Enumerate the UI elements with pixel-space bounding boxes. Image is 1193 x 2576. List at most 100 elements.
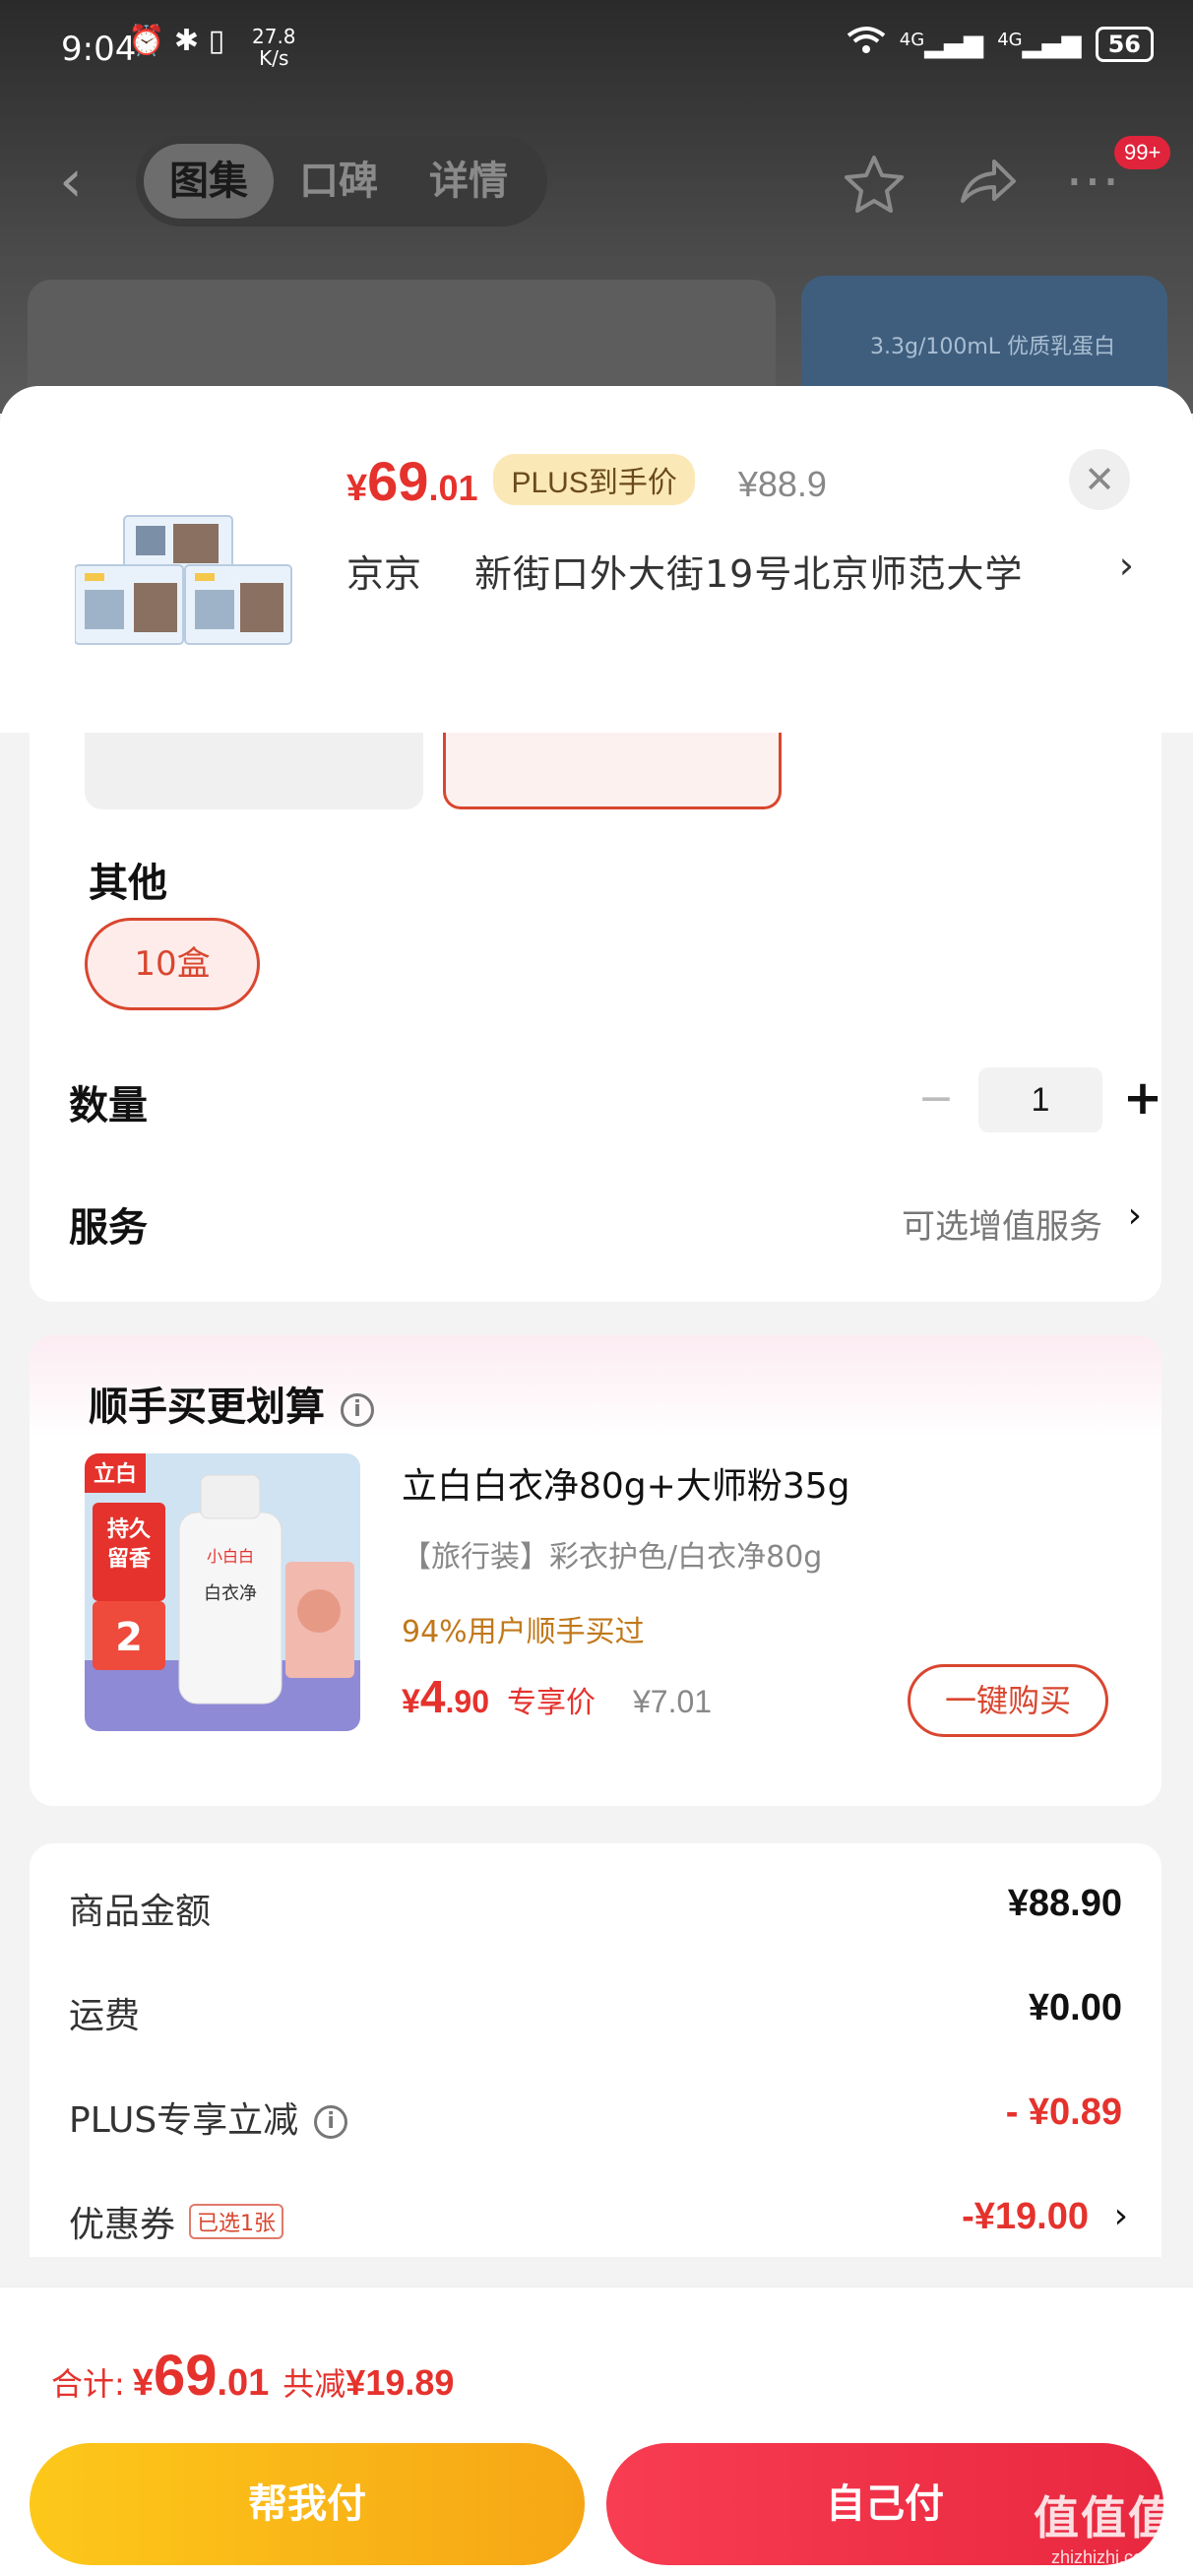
summary-label: 优惠券 已选1张 (69, 2196, 284, 2247)
delivery-address[interactable]: 京京 新街口外大街19号北京师范大学 › (346, 544, 1134, 598)
plus-price-tag: PLUS到手价 (493, 454, 695, 505)
bundle-image-badge-1: 持久 (107, 1516, 151, 1542)
status-right-icons: 4G▂▄▆ 4G▂▄▆ 56 (847, 26, 1154, 62)
price-int: 69 (367, 450, 429, 512)
chevron-right-icon: › (1113, 2196, 1128, 2236)
favorite-star-icon[interactable] (843, 152, 906, 226)
spec-option-partial-selected[interactable] (443, 733, 782, 809)
checkout-footer: 合计: ¥69.01 共减 ¥19.89 帮我付 自己付 值值值 zhizhizh… (0, 2286, 1193, 2576)
help-me-pay-button[interactable]: 帮我付 (30, 2443, 585, 2565)
price-yen: ¥ (346, 468, 368, 509)
share-icon[interactable] (955, 152, 1018, 226)
summary-row-goods: 商品金额 ¥88.90 (69, 1877, 1122, 1936)
spec-option-10box[interactable]: 10盒 (85, 918, 260, 1010)
price-summary-card: 商品金额 ¥88.90 运费 ¥0.00 PLUS专享立减 i - ¥0.89 优… (30, 1843, 1162, 2257)
bundle-price-tag: 专享价 (507, 1686, 596, 1720)
quantity-row: 数量 − 1 + (69, 1067, 1162, 1136)
battery-icon: 56 (1095, 26, 1154, 62)
chevron-right-icon: › (1127, 1195, 1142, 1236)
bundle-price: ¥4.90 专享价 ¥7.01 (402, 1670, 712, 1723)
tab-gallery[interactable]: 图集 (144, 144, 274, 219)
quantity-title: 数量 (69, 1083, 148, 1128)
purchase-sheet: ¥69.01 PLUS到手价 ¥88.9 ✕ 京京 新街口外大街19号北京师范大… (0, 386, 1193, 2576)
total-label: 合计: (51, 2365, 125, 2403)
bundle-purchase-stat: 94%用户顺手买过 (402, 1615, 645, 1649)
service-hint: 可选增值服务 (902, 1207, 1102, 1247)
summary-row-plus-discount: PLUS专享立减 i - ¥0.89 (69, 2086, 1122, 2145)
spec-card: 其他 10盒 数量 − 1 + 服务 可选增值服务 › (30, 733, 1162, 1302)
site-watermark: 值值值 zhizhizhi.com (1034, 2482, 1175, 2568)
bundle-image-bottle-brand: 小白白 (207, 1547, 254, 1566)
summary-label: 运费 (69, 1996, 141, 2036)
tab-reviews[interactable]: 口碑 (274, 144, 404, 219)
total-dec: .01 (217, 2362, 270, 2404)
price-dec: .01 (428, 468, 478, 508)
wifi-icon (847, 26, 886, 62)
signal-icon-2: 4G▂▄▆ (997, 29, 1082, 59)
summary-value: - ¥0.89 (1005, 2092, 1122, 2133)
bundle-title: 顺手买更划算 i (89, 1375, 374, 1432)
summary-label-text: 优惠券 (69, 2205, 176, 2245)
address-city: 京京 (346, 552, 422, 596)
summary-row-coupon[interactable]: 优惠券 已选1张 -¥19.00 › (69, 2190, 1128, 2249)
product-tabs: 图集 口碑 详情 (136, 136, 547, 226)
alarm-bluetooth-vibrate-icons: ⏰ ✱ ▯ (128, 24, 225, 58)
quantity-minus-button[interactable]: − (911, 1067, 961, 1130)
bundle-image-badge-3: 2 (115, 1615, 143, 1660)
total-price: 合计: ¥69.01 共减 ¥19.89 (51, 2343, 454, 2409)
message-badge: 99+ (1114, 136, 1171, 169)
signal-icon-1: 4G▂▄▆ (899, 29, 984, 59)
sheet-price: ¥69.01 PLUS到手价 ¥88.9 (346, 449, 827, 513)
summary-value: -¥19.00 (962, 2196, 1089, 2237)
bundle-product-name[interactable]: 立白白衣净80g+大师粉35g (402, 1457, 850, 1509)
service-row[interactable]: 服务 可选增值服务 › (69, 1190, 1152, 1258)
address-text: 新街口外大街19号北京师范大学 (474, 552, 1024, 596)
summary-value: ¥0.00 (1028, 1987, 1122, 2029)
total-save-label: 共减 (283, 2365, 346, 2403)
status-bar: 9:04 ⏰ ✱ ▯ 27.8 K/s 4G▂▄▆ 4G▂▄▆ 56 (0, 0, 1193, 108)
total-save-value: ¥19.89 (345, 2362, 455, 2403)
summary-value: ¥88.90 (1007, 1883, 1122, 1924)
close-icon[interactable]: ✕ (1069, 449, 1130, 510)
bundle-product-image[interactable]: 立白 持久 留香 2 小白白 白衣净 (85, 1453, 360, 1731)
product-page-backdrop: 9:04 ⏰ ✱ ▯ 27.8 K/s 4G▂▄▆ 4G▂▄▆ 56 ‹ 图集 … (0, 0, 1193, 418)
bundle-price-yen: ¥ (402, 1683, 420, 1720)
spec-other-title: 其他 (89, 861, 167, 906)
bundle-product-spec: 【旅行装】彩衣护色/白衣净80g (402, 1540, 823, 1575)
total-int: 69 (153, 2344, 218, 2408)
tab-details[interactable]: 详情 (404, 144, 534, 219)
bundle-price-dec: .90 (445, 1684, 489, 1719)
info-icon[interactable]: i (341, 1393, 374, 1427)
product-thumbnail (74, 496, 293, 664)
summary-label: PLUS专享立减 i (69, 2092, 348, 2143)
bundle-image-badge-2: 留香 (107, 1546, 151, 1572)
sheet-header: ¥69.01 PLUS到手价 ¥88.9 ✕ 京京 新街口外大街19号北京师范大… (0, 386, 1193, 733)
background-promo-text: 3.3g/100mL 优质乳蛋白 (870, 335, 1116, 359)
spec-option-partial[interactable] (85, 733, 423, 809)
summary-label-text: PLUS专享立减 (69, 2100, 299, 2141)
coupon-count-tag: 已选1张 (189, 2204, 284, 2239)
more-icon[interactable]: ⋯ (1065, 152, 1120, 211)
one-click-buy-button[interactable]: 一键购买 (908, 1664, 1108, 1737)
summary-row-shipping: 运费 ¥0.00 (69, 1981, 1122, 2040)
net-speed-unit: K/s (259, 46, 289, 70)
chevron-right-icon: › (1118, 544, 1134, 587)
signal-label-1: 4G (899, 29, 925, 50)
plus-price: ¥69.01 (346, 449, 477, 513)
quantity-input[interactable]: 1 (978, 1067, 1102, 1132)
quantity-plus-button[interactable]: + (1118, 1067, 1167, 1128)
net-speed-value: 27.8 (252, 25, 296, 48)
watermark-logo: 值值值 (1034, 2491, 1175, 2544)
bundle-card: 顺手买更划算 i 立白 持久 留香 2 小白白 白衣净 立白白衣净80g+大师粉… (30, 1335, 1162, 1806)
info-icon[interactable]: i (314, 2105, 348, 2139)
signal-label-2: 4G (997, 29, 1023, 50)
original-price: ¥88.9 (737, 464, 827, 504)
watermark-url: zhizhizhi.com (1050, 2547, 1159, 2567)
summary-label: 商品金额 (69, 1892, 212, 1932)
bundle-image-bottle-label: 白衣净 (204, 1583, 257, 1604)
bundle-image-brand: 立白 (94, 1461, 137, 1487)
service-title: 服务 (69, 1205, 148, 1251)
bundle-original-price: ¥7.01 (633, 1684, 713, 1719)
back-arrow-icon[interactable]: ‹ (59, 152, 102, 211)
net-speed: 27.8 K/s (252, 26, 296, 69)
